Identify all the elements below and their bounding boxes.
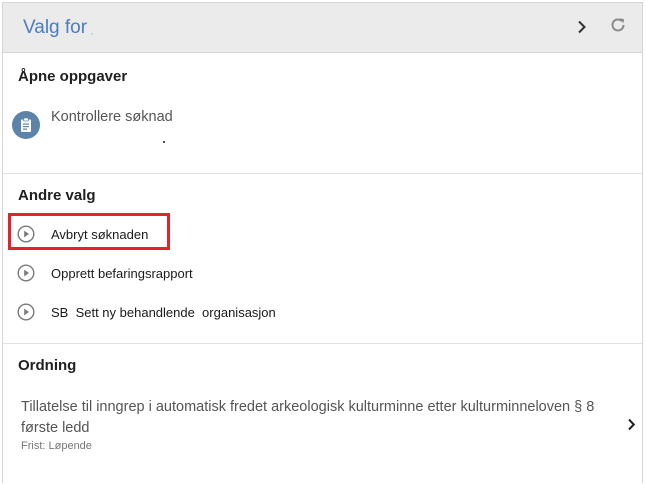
ordning-description: Tillatelse til inngrep i automatisk fred… [21, 399, 595, 436]
task-item-kontrollere-soknad[interactable]: Kontrollere søknad [12, 109, 173, 139]
task-subtext-dot [163, 141, 165, 143]
panel-title: Valg for [23, 17, 88, 38]
action-label: SB Sett ny behandlende organisasjon [51, 304, 276, 320]
ordning-deadline: Frist: Løpende [21, 440, 92, 452]
options-panel: Valg for Åpne oppgaver Kontrollere søkna… [2, 2, 643, 483]
open-tasks-title: Åpne oppgaver [18, 68, 128, 85]
play-circle-icon [17, 225, 35, 243]
task-label: Kontrollere søknad [51, 109, 173, 125]
refresh-icon[interactable] [607, 13, 629, 37]
action-opprett-befaringsrapport[interactable]: Opprett befaringsrapport [17, 264, 193, 282]
action-label: Opprett befaringsrapport [51, 265, 193, 281]
open-tasks-section: Åpne oppgaver Kontrollere søknad [3, 53, 642, 174]
ordning-section: Ordning Tillatelse til inngrep i automat… [3, 344, 642, 484]
panel-header: Valg for [3, 3, 642, 53]
play-circle-icon [17, 264, 35, 282]
chevron-right-icon[interactable] [571, 15, 593, 39]
action-sett-ny-behandlende-organisasjon[interactable]: SB Sett ny behandlende organisasjon [17, 303, 276, 321]
ordning-item[interactable]: Tillatelse til inngrep i automatisk fred… [21, 397, 621, 452]
ordning-title: Ordning [18, 357, 77, 374]
other-options-title: Andre valg [18, 187, 96, 204]
other-options-section: Andre valg Avbryt søknaden Opprett befar… [3, 174, 642, 344]
play-circle-icon [17, 303, 35, 321]
chevron-right-icon[interactable] [627, 418, 636, 436]
action-avbryt-soknaden[interactable]: Avbryt søknaden [17, 225, 148, 243]
title-placeholder-dot [91, 33, 93, 35]
action-label: Avbryt søknaden [51, 226, 149, 242]
clipboard-icon [12, 111, 40, 139]
